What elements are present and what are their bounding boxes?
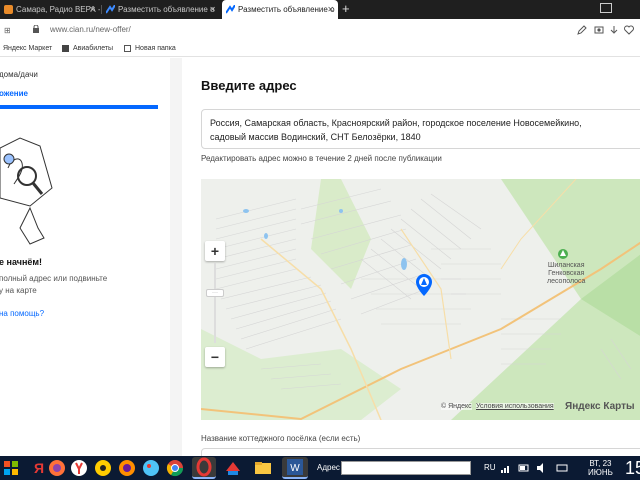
- bookmark-yandex-market[interactable]: Яндекс Маркет: [0, 45, 52, 52]
- sidebar-item-category[interactable]: дома/дачи: [0, 70, 38, 79]
- poi-label-line: лесополоса: [547, 278, 586, 285]
- park-poi-icon: [558, 249, 568, 259]
- start-desc-line1: полный адрес или подвиньте: [0, 274, 108, 283]
- windows-start-icon[interactable]: [2, 459, 20, 477]
- yandex-maps-logo[interactable]: Яндекс Карты: [565, 401, 635, 412]
- word-taskbar-button[interactable]: W: [282, 457, 308, 479]
- map-terms-link[interactable]: Условия использования: [476, 403, 554, 410]
- bookmark-label: Яндекс Маркет: [3, 45, 53, 52]
- music-app-icon[interactable]: [94, 459, 112, 477]
- clock-hour: 15: [625, 458, 640, 478]
- volume-icon[interactable]: [536, 462, 548, 474]
- opera-icon: [196, 457, 212, 477]
- taskbar-address-input[interactable]: [341, 461, 471, 475]
- browser-tab-strip: Самара, Радио ВЕРА - ✕ Разместить объявл…: [0, 0, 640, 19]
- sidebar: дома/дачи ожение е начнём! полный адрес …: [0, 58, 170, 456]
- file-explorer-icon[interactable]: [254, 459, 272, 477]
- tab-title: Разместить объявление о: [238, 5, 335, 14]
- address-input[interactable]: Россия, Самарская область, Красноярский …: [201, 109, 640, 149]
- poi-label: Шиланская Генковская лесополоса: [547, 262, 585, 286]
- poi-label-line: Генковская: [548, 270, 585, 277]
- clock-day: ВТ, 23: [589, 459, 612, 468]
- page-title: Введите адрес: [201, 78, 297, 93]
- progress-bar: [0, 105, 158, 109]
- zoom-in-button[interactable]: +: [205, 241, 225, 261]
- new-tab-button[interactable]: +: [342, 1, 350, 16]
- grid-icon[interactable]: ⊞: [4, 26, 11, 35]
- lock-icon: [33, 25, 39, 33]
- clock-month: ИЮНЬ: [588, 468, 613, 477]
- yandex-browser-icon[interactable]: Я: [30, 459, 48, 477]
- cian-favicon: [225, 4, 236, 14]
- firefox-icon[interactable]: [48, 459, 66, 477]
- clock[interactable]: ВТ, 23 ИЮНЬ: [588, 459, 613, 477]
- heart-icon[interactable]: [624, 25, 634, 35]
- url-field[interactable]: www.cian.ru/new-offer/: [50, 25, 131, 34]
- bookmark-label: Новая папка: [135, 45, 176, 52]
- map[interactable]: Шиланская Генковская лесополоса + ··· − …: [201, 179, 640, 420]
- help-link[interactable]: на помощь?: [0, 309, 44, 318]
- taskbar: Я W Адрес RU ВТ, 23 ИЮНЬ 15: [0, 456, 640, 480]
- address-line-2: садовый массив Водинский, СНТ Белозёрки,…: [210, 132, 421, 142]
- address-hint: Редактировать адрес можно в течение 2 дн…: [201, 154, 442, 163]
- cian-favicon: [105, 4, 116, 14]
- address-bar: ⊞ www.cian.ru/new-offer/: [0, 19, 640, 41]
- battery-icon[interactable]: [518, 462, 530, 474]
- svg-text:W: W: [290, 463, 300, 474]
- address-line-1: Россия, Самарская область, Красноярский …: [210, 118, 582, 128]
- bookmark-new-folder[interactable]: Новая папка: [124, 45, 176, 52]
- location-pin-icon[interactable]: [416, 274, 432, 296]
- camera-icon[interactable]: [594, 25, 604, 35]
- close-tab-icon[interactable]: ✕: [327, 5, 334, 14]
- main-form: Введите адрес Россия, Самарская область,…: [182, 58, 640, 456]
- start-desc-line2: у на карте: [0, 286, 37, 295]
- tab-title: Самара, Радио ВЕРА -: [16, 5, 100, 14]
- zoom-out-button[interactable]: −: [205, 347, 225, 367]
- paint-app-icon[interactable]: [142, 459, 160, 477]
- restore-window-icon[interactable]: [600, 3, 612, 13]
- download-icon[interactable]: [609, 25, 619, 35]
- taskbar-address-label: Адрес: [317, 463, 340, 472]
- zoom-slider-handle[interactable]: ···: [206, 289, 224, 297]
- bookmark-avia[interactable]: Авиабилеты: [62, 45, 113, 52]
- zoom-slider-track[interactable]: [214, 263, 216, 343]
- tab-title: Разместить объявление о: [118, 5, 215, 14]
- keyboard-icon[interactable]: [556, 462, 568, 474]
- map-canvas: [201, 179, 640, 420]
- tab-cian-2-active[interactable]: Разместить объявление о ✕: [222, 0, 338, 19]
- map-illustration-icon: [0, 137, 53, 245]
- bookmark-label: Авиабилеты: [73, 45, 114, 52]
- edit-icon[interactable]: [577, 25, 587, 35]
- folder-icon: [124, 45, 131, 52]
- progress-fill: [0, 105, 158, 109]
- app-icon[interactable]: [224, 459, 242, 477]
- yandex-icon[interactable]: [70, 459, 88, 477]
- opera-taskbar-button[interactable]: [192, 457, 216, 479]
- bookmarks-bar: Яндекс Маркет Авиабилеты Новая папка: [0, 41, 640, 57]
- radio-favicon: [4, 5, 13, 14]
- tab-radio-vera[interactable]: Самара, Радио ВЕРА - ✕: [0, 0, 100, 19]
- cottage-village-label: Название коттеджного посёлка (если есть): [201, 434, 361, 443]
- map-copyright: © Яндекс: [441, 403, 472, 410]
- page-content: дома/дачи ожение е начнём! полный адрес …: [0, 58, 640, 456]
- eye-app-icon[interactable]: [118, 459, 136, 477]
- tab-cian-1[interactable]: Разместить объявление о ✕: [102, 0, 220, 19]
- document-icon: [62, 45, 69, 52]
- poi-label-line: Шиланская: [547, 262, 585, 269]
- word-icon: W: [287, 459, 303, 475]
- cottage-village-input[interactable]: [201, 448, 640, 456]
- network-icon[interactable]: [500, 462, 512, 474]
- close-tab-icon[interactable]: ✕: [209, 5, 216, 14]
- sidebar-item-location[interactable]: ожение: [0, 89, 28, 98]
- start-title: е начнём!: [0, 257, 43, 267]
- chrome-icon[interactable]: [166, 459, 184, 477]
- close-tab-icon[interactable]: ✕: [89, 5, 96, 14]
- language-indicator[interactable]: RU: [484, 463, 496, 472]
